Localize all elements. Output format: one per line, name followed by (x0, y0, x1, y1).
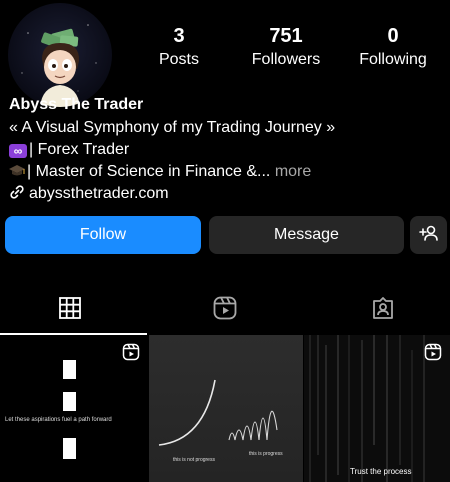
post-thumbnail-2[interactable]: this is not progress this is progress (149, 335, 303, 482)
follow-button[interactable]: Follow (5, 216, 201, 254)
avatar-illustration (21, 24, 97, 107)
tab-reels[interactable] (212, 295, 238, 321)
post-1-bar-1 (63, 360, 76, 379)
post-1-caption: Let these aspirations fuel a path forwar… (5, 417, 112, 423)
posts-count: 3 (173, 25, 185, 47)
reels-icon (213, 296, 237, 320)
post-2-caption-left: this is not progress (173, 457, 215, 463)
profile-avatar[interactable] (8, 3, 112, 107)
reel-icon (122, 343, 140, 361)
bio-website[interactable]: abyssthetrader.com (9, 184, 169, 206)
add-person-button[interactable] (410, 216, 447, 254)
tab-posts-grid[interactable] (57, 295, 83, 321)
infinity-icon: ∞ (9, 144, 27, 158)
tab-tagged[interactable] (370, 295, 396, 321)
bio-line-education[interactable]: | Master of Science in Finance &... more (9, 162, 311, 184)
message-label: Message (274, 226, 339, 243)
profile-name: Abyss The Trader (9, 96, 144, 113)
followers-label: Followers (251, 51, 321, 68)
post-1-bar-2 (63, 392, 76, 411)
following-label: Following (359, 51, 427, 68)
posts-label: Posts (158, 51, 199, 68)
following-count: 0 (387, 25, 399, 47)
followers-count: 751 (269, 25, 303, 47)
website-link[interactable]: abyssthetrader.com (29, 185, 169, 202)
bio-line-forex: ∞ | Forex Trader (9, 140, 129, 160)
bio-tagline: « A Visual Symphony of my Trading Journe… (9, 119, 336, 136)
grid-icon (59, 297, 81, 319)
followers-stat[interactable]: 751 Followers (248, 24, 324, 71)
bio-education-text: | Master of Science in Finance &... (27, 163, 271, 180)
bio-forex-text: | Forex Trader (29, 141, 130, 158)
post-thumbnail-1[interactable]: Let these aspirations fuel a path forwar… (0, 335, 148, 482)
graduation-cap-icon (9, 164, 25, 184)
post-1-bar-3 (63, 438, 76, 459)
tagged-icon (373, 297, 393, 319)
link-icon (9, 184, 25, 206)
post-thumbnail-3[interactable]: Trust the process (304, 335, 450, 482)
follow-label: Follow (79, 226, 127, 243)
posts-stat: 3 Posts (158, 24, 200, 71)
more-link[interactable]: more (270, 163, 311, 180)
add-person-icon (418, 224, 439, 247)
post-3-caption: Trust the process (350, 467, 412, 476)
reel-icon (424, 343, 442, 361)
following-stat[interactable]: 0 Following (356, 24, 430, 71)
post-2-caption-right: this is progress (249, 451, 283, 457)
message-button[interactable]: Message (209, 216, 404, 254)
